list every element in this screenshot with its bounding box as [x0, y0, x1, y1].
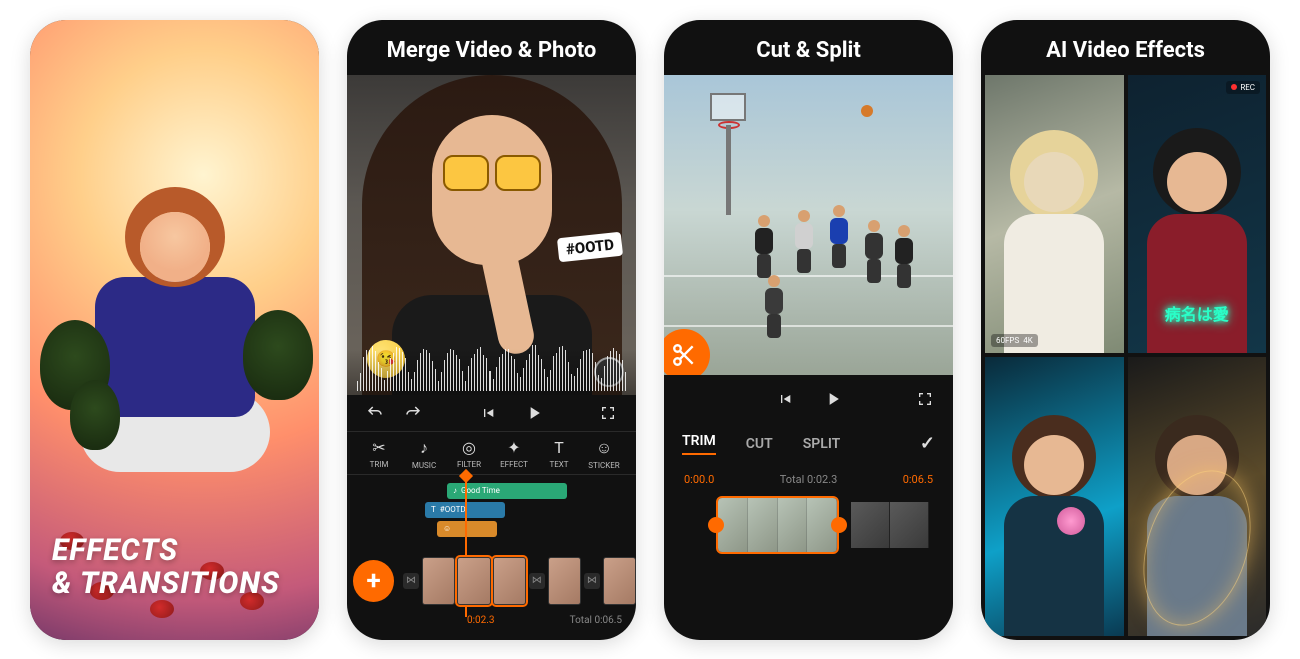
transition-slot[interactable]: ⋈ [403, 573, 419, 589]
tab-split[interactable]: SPLIT [803, 436, 841, 452]
ai-effect-sample[interactable] [1128, 357, 1267, 636]
scissors-icon: ✂ [372, 438, 385, 457]
fullscreen-button[interactable] [915, 389, 935, 409]
clip-thumbnail[interactable] [548, 557, 581, 605]
transition-slot[interactable]: ⋈ [529, 573, 545, 589]
prev-frame-button[interactable] [478, 403, 498, 423]
play-button[interactable] [823, 389, 843, 409]
fullscreen-button[interactable] [598, 403, 618, 423]
timeline-time-row: . 0:02.3 Total 0:06.5 [347, 615, 636, 634]
prev-frame-button[interactable] [775, 389, 795, 409]
trim-start-time: 0:00.0 [684, 473, 714, 486]
trim-selection[interactable] [716, 496, 839, 554]
screenshot-merge-video-photo: Merge Video & Photo #OOTD 😘 [347, 20, 636, 640]
clip-thumbnail[interactable] [422, 557, 455, 605]
screenshot-effects-transitions: EFFECTS & TRANSITIONS [30, 20, 319, 640]
tool-trim[interactable]: ✂TRIM [359, 438, 399, 470]
clip-thumbnail[interactable] [493, 557, 526, 605]
trim-end-time: 0:06.5 [903, 473, 933, 486]
ai-effect-sample[interactable] [985, 357, 1124, 636]
filter-icon: ◎ [462, 438, 476, 457]
redo-button[interactable] [403, 403, 423, 423]
feature-caption: EFFECTS & TRANSITIONS [52, 534, 280, 600]
tool-sticker[interactable]: ☺STICKER [584, 438, 624, 470]
transition-slot[interactable]: ⋈ [584, 573, 600, 589]
screenshot-ai-video-effects: AI Video Effects 60FPS 4K REC 病名は愛 [981, 20, 1270, 640]
fps-badge: 60FPS 4K [991, 334, 1038, 347]
video-preview[interactable] [664, 75, 953, 375]
caption-line-1: EFFECTS [52, 534, 280, 567]
record-dot-icon [1231, 84, 1237, 90]
cut-icon-badge [664, 329, 710, 375]
panel-title: Merge Video & Photo [347, 20, 636, 75]
music-icon: ♪ [420, 438, 428, 458]
plant-leaf [70, 380, 120, 450]
trim-time-labels: 0:00.0 Total 0:02.3 0:06.5 [664, 471, 953, 492]
total-time: Total 0:06.5 [570, 615, 622, 626]
smiley-icon: ☺ [443, 524, 451, 533]
plant-leaf [243, 310, 313, 400]
trim-handle-left[interactable] [708, 517, 724, 533]
clip-strip[interactable]: + ⋈ ⋈ ⋈ [347, 547, 636, 615]
caption-line-2: & TRANSITIONS [52, 567, 280, 600]
playback-controls [664, 375, 953, 423]
clip-thumbnail[interactable] [457, 557, 490, 605]
trim-track[interactable] [688, 496, 929, 554]
ai-effect-sample[interactable]: 60FPS 4K [985, 75, 1124, 354]
tool-text[interactable]: TTEXT [539, 438, 579, 470]
basketball-hoop [704, 93, 750, 203]
trim-tab-bar: TRIM CUT SPLIT ✓ [664, 423, 953, 471]
confirm-button[interactable]: ✓ [920, 433, 935, 454]
audio-waveform [347, 349, 636, 395]
current-time: 0:02.3 [467, 615, 495, 626]
trim-remaining[interactable] [851, 502, 929, 548]
music-note-icon: ♪ [453, 486, 457, 495]
editor-toolbar: ✂TRIM ♪MUSIC ◎FILTER ✦EFFECT TTEXT ☺STIC… [347, 431, 636, 475]
panel-title: AI Video Effects [981, 20, 1270, 75]
rec-badge: REC [1226, 81, 1260, 94]
panel-title: Cut & Split [664, 20, 953, 75]
clip-thumbnail[interactable] [603, 557, 636, 605]
petal [150, 600, 174, 618]
undo-button[interactable] [365, 403, 385, 423]
tool-music[interactable]: ♪MUSIC [404, 438, 444, 470]
tab-cut[interactable]: CUT [746, 436, 773, 452]
text-icon: T [554, 438, 564, 457]
sticker-icon: ☺ [596, 438, 612, 458]
ai-effect-sample[interactable]: REC 病名は愛 [1128, 75, 1267, 354]
trim-total-time: Total 0:02.3 [780, 473, 838, 486]
effect-icon: ✦ [507, 438, 520, 457]
neon-text-overlay: 病名は愛 [1165, 301, 1229, 325]
text-t-icon: T [431, 505, 436, 514]
add-clip-button[interactable]: + [353, 560, 394, 602]
basketball [861, 105, 873, 117]
effects-grid: 60FPS 4K REC 病名は愛 [981, 75, 1270, 640]
court-line [664, 325, 953, 327]
tab-trim[interactable]: TRIM [682, 433, 716, 455]
timeline-tracks[interactable]: ♪Good Time T#OOTD ☺ [347, 475, 636, 547]
trim-handle-right[interactable] [831, 517, 847, 533]
video-preview[interactable]: #OOTD 😘 [347, 75, 636, 395]
tool-effect[interactable]: ✦EFFECT [494, 438, 534, 470]
sticker-track[interactable]: ☺ [437, 521, 497, 537]
playback-controls [347, 395, 636, 431]
screenshot-cut-split: Cut & Split TRIM CUT SPLIT ✓ [664, 20, 953, 640]
tool-filter[interactable]: ◎FILTER [449, 438, 489, 470]
play-button[interactable] [524, 403, 544, 423]
